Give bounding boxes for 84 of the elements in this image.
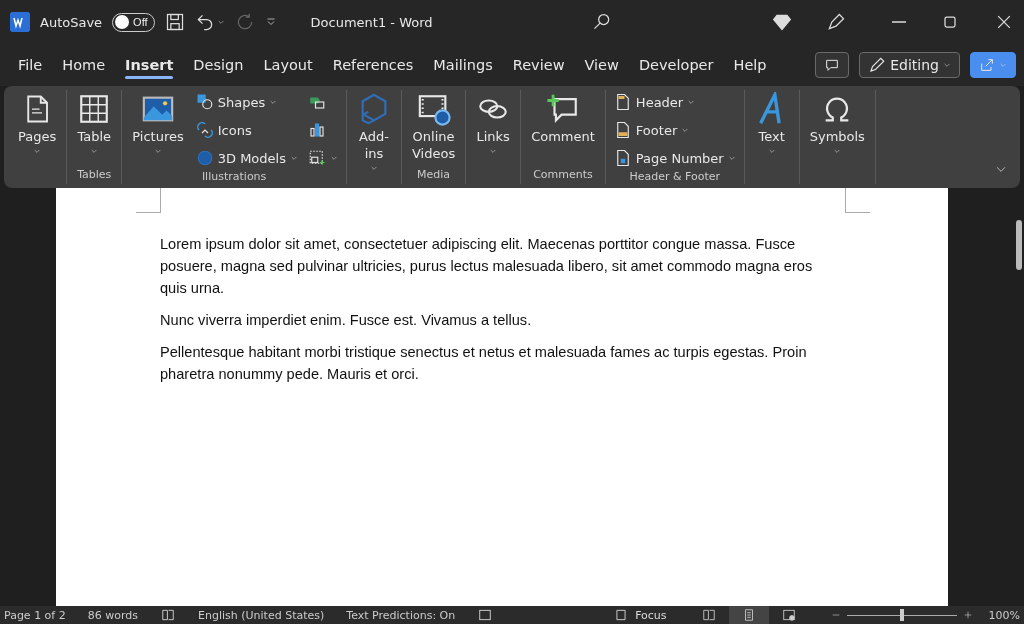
video-globe-icon <box>416 92 451 126</box>
text-predictions: Text Predictions: On <box>346 608 456 622</box>
paragraph: Pellentesque habitant morbi tristique senectus et netus et malesuada fames ac turpis egestas. Proin pharetra nonummy pede. Mauris et orci. <box>160 343 808 384</box>
ribbon-button[interactable]: Shapes <box>193 90 300 114</box>
comment-icon <box>824 57 841 73</box>
ribbon-tab[interactable]: Layout <box>253 51 323 79</box>
ribbon-button[interactable]: Links <box>472 90 515 168</box>
page-count: Page 1 of 2 <box>4 608 66 622</box>
shapes-icon <box>195 93 214 111</box>
book-check-icon <box>160 608 176 622</box>
ribbon-tab[interactable]: View <box>574 51 629 79</box>
scrollbar-thumb[interactable] <box>1016 220 1022 270</box>
view-button[interactable] <box>728 606 769 624</box>
group-label: Media <box>417 168 451 181</box>
focus-label[interactable]: Focus <box>635 608 667 622</box>
word-count: 86 words <box>87 608 138 622</box>
web-layout-icon <box>780 608 797 622</box>
caret-icon <box>681 126 690 134</box>
zoom-in-icon <box>962 610 973 620</box>
ribbon-button[interactable]: Footer <box>611 118 738 142</box>
ribbon-tab[interactable]: File <box>8 51 53 79</box>
chart-icon <box>307 121 326 139</box>
paragraph: Lorem ipsum dolor sit amet, consectetuer adipiscing elit. Maecenas porttitor congue massa. Fusce posuere, magna sed pulvinar ultricies, purus lectus malesuada libero, sit amet commodo magna eros quis urna. <box>160 235 814 298</box>
ribbon-tab[interactable]: Insert <box>115 51 184 79</box>
caret-icon <box>687 98 696 106</box>
ribbon-button[interactable]: Table <box>73 90 116 168</box>
language: English (United States) <box>198 608 325 622</box>
screenshot-icon <box>307 149 326 167</box>
ribbon-button[interactable]: Online Videos <box>407 90 460 168</box>
ribbon-tab[interactable]: Review <box>502 51 575 79</box>
ribbon-button[interactable]: Page Number <box>611 146 738 170</box>
read-mode-icon <box>700 608 717 622</box>
ribbon-tab[interactable]: Home <box>52 51 116 79</box>
group-label: Comments <box>533 168 593 181</box>
caret-icon <box>216 18 225 26</box>
ribbon-button[interactable]: 3D Models <box>193 146 300 170</box>
caret-icon <box>90 147 99 155</box>
caret-icon <box>329 154 338 162</box>
margin-corner-mark <box>136 188 161 213</box>
autosave-label: AutoSave <box>40 14 103 30</box>
ribbon-tab[interactable]: Mailings <box>423 51 503 79</box>
ribbon-tab[interactable]: References <box>322 51 424 79</box>
ribbon-button[interactable]: Pictures <box>128 90 188 170</box>
pencil-icon <box>868 56 887 74</box>
caret-icon <box>943 61 951 69</box>
ribbon-button[interactable]: Pages <box>14 90 61 168</box>
share-button[interactable] <box>970 52 1016 78</box>
ribbon-tab[interactable]: Design <box>183 51 254 79</box>
group-label: Tables <box>77 168 112 181</box>
comments-button[interactable] <box>815 52 850 78</box>
pen-icon <box>826 12 846 32</box>
zoom-slider-thumb[interactable] <box>899 609 904 621</box>
paragraph: Nunc viverra imperdiet enim. Fusce est. Vivamus a tellus. <box>160 311 533 330</box>
caret-icon <box>33 147 42 155</box>
share-icon <box>979 57 995 73</box>
ribbon-tab[interactable]: Developer <box>628 51 724 79</box>
ribbon-button[interactable]: Header <box>611 90 738 114</box>
ribbon-button[interactable]: Add- ins <box>352 90 395 174</box>
word-logo-icon <box>10 12 30 32</box>
minimize-icon <box>892 21 906 23</box>
caret-icon <box>833 147 842 155</box>
save-icon <box>164 12 185 32</box>
group-label: Illustrations <box>201 170 267 183</box>
caret-icon <box>767 147 776 155</box>
zoom-level[interactable]: 100% <box>988 608 1020 622</box>
caret-icon <box>289 154 298 162</box>
ribbon-button[interactable]: Icons <box>193 118 300 142</box>
group-label: Header & Footer <box>629 170 721 183</box>
caret-icon <box>154 147 162 155</box>
undo-icon <box>194 12 215 32</box>
caret-icon <box>369 164 378 172</box>
margin-corner-mark <box>845 188 870 213</box>
document-title: Document1 - Word <box>310 14 433 30</box>
ribbon-button[interactable]: Symbols <box>805 90 869 168</box>
icons-icon <box>195 121 214 139</box>
caret-icon <box>999 61 1007 69</box>
ribbon-tab[interactable]: Help <box>723 51 777 79</box>
caret-icon <box>489 147 498 155</box>
ribbon-button[interactable]: Text <box>750 90 793 168</box>
editing-button[interactable]: Editing <box>859 52 960 78</box>
caret-icon <box>269 98 278 106</box>
ribbon-button[interactable]: Comment <box>527 90 599 168</box>
diamond-icon <box>772 12 792 32</box>
caret-icon <box>727 154 736 162</box>
